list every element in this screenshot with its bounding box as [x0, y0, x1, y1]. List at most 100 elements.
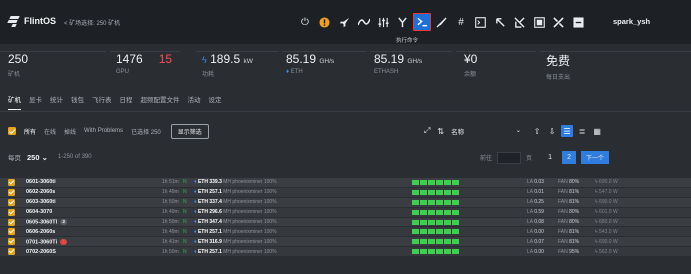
waveform-icon[interactable]	[355, 13, 373, 31]
flint-logo-icon	[7, 15, 20, 27]
rocket-icon[interactable]	[335, 13, 353, 31]
alert-circle-icon[interactable]	[316, 13, 334, 31]
row-checkbox[interactable]	[8, 248, 15, 256]
stat-ethash[interactable]: 85.19 GH/s ETHASH	[370, 51, 452, 85]
tab-wallets[interactable]: 钱包	[71, 94, 84, 110]
stat-plan[interactable]: 免费 每日支出	[540, 51, 691, 85]
filter-online[interactable]: 在线	[44, 127, 56, 136]
miner-name[interactable]: 0602-2060s	[26, 189, 55, 195]
terminal-square-icon[interactable]	[472, 13, 490, 31]
per-page-value: 250	[27, 152, 40, 162]
show-filter-button[interactable]: 显示筛选	[170, 123, 209, 139]
fan-speed: FAN 80%	[558, 209, 580, 216]
tab-settings[interactable]: 设定	[209, 94, 222, 110]
hashrate: ♦ ETH 257.1 MH phoenixminer 100%	[194, 248, 277, 255]
row-checkbox[interactable]	[8, 198, 15, 206]
tab-schedule[interactable]: 日程	[120, 94, 133, 110]
filter-offline[interactable]: 掉线	[64, 127, 76, 136]
miner-name[interactable]: 0606-2060s	[26, 229, 55, 235]
miner-row[interactable]: 0601-3060ti 1h 51m N ♦ ETH 339.3 MH phoenix…	[0, 178, 691, 188]
miner-row[interactable]: 0701-3060Ti 1 1h 41m N ♦ ETH 316.9 MH phoeni…	[0, 237, 691, 248]
filter-all[interactable]: 所有	[24, 127, 36, 136]
network-status: N	[183, 219, 187, 225]
tab-flight-sheets[interactable]: 飞行表	[92, 94, 112, 110]
stat-miners[interactable]: 250 矿机	[0, 51, 106, 85]
filter-problems[interactable]: With Problems	[84, 128, 123, 134]
row-checkbox[interactable]	[8, 208, 15, 216]
miner-row[interactable]: 0702-2060S 1h 50m N ♦ ETH 257.1 MH phoenixm…	[0, 247, 691, 258]
tab-stats[interactable]: 统计	[50, 94, 63, 110]
brush-icon[interactable]	[433, 13, 451, 31]
miner-row[interactable]: 0606-2060s 1h 49m N ♦ ETH 257.1 MH phoenixm…	[0, 227, 691, 238]
network-status: N	[183, 199, 187, 206]
row-checkbox[interactable]	[8, 238, 15, 246]
select-all-checkbox[interactable]	[8, 127, 16, 135]
hash-icon[interactable]: #	[452, 13, 470, 31]
compact-list-icon[interactable]: ≣	[576, 125, 588, 137]
sort-select-value: 名称	[451, 129, 465, 136]
page-2-button[interactable]: 2	[562, 151, 577, 164]
expand-icon[interactable]: ⤢	[424, 126, 430, 136]
power-draw: ϟ 690.0 W	[595, 199, 618, 206]
uptime: 1h 50m	[162, 199, 179, 206]
wrench-icon[interactable]	[394, 13, 412, 31]
stat-power[interactable]: ϟ 189.5 kW 功耗	[196, 51, 278, 85]
miner-row[interactable]: 0604-3070 1h 49m N ♦ ETH 296.6 MH phoenixmi…	[0, 207, 691, 218]
tools-icon[interactable]	[550, 13, 568, 31]
miner-row[interactable]: 0605-3060TI 2 1h 50m N ♦ ETH 347.4 MH phoeni…	[0, 217, 691, 228]
uptime: 1h 49m	[162, 209, 179, 216]
user-name[interactable]: spark_ysh	[613, 17, 650, 26]
wrench-cross-icon[interactable]	[511, 13, 529, 31]
sort-direction-icon[interactable]: ⇅	[437, 127, 444, 136]
gpu-status-bars	[412, 229, 459, 235]
row-checkbox[interactable]	[8, 179, 15, 186]
power-icon[interactable]: ⏻	[296, 13, 314, 31]
tab-activity[interactable]: 活动	[188, 94, 201, 110]
miner-row[interactable]: 0602-2060s 1h 49m N ♦ ETH 257.1 MH phoenixm…	[0, 187, 691, 198]
eth-icon: ♦	[194, 179, 197, 186]
screen-icon[interactable]	[530, 13, 548, 31]
tab-gpus[interactable]: 显卡	[29, 94, 42, 110]
miner-row[interactable]: 0603-3060ti 1h 50m N ♦ ETH 337.4 MH phoenix…	[0, 197, 691, 208]
miner-name[interactable]: 0702-2060S	[26, 249, 56, 255]
tab-oc-profiles[interactable]: 超频配置文件	[141, 94, 180, 110]
miner-name[interactable]: 0601-3060ti	[26, 179, 56, 185]
miner-name[interactable]: 0604-3070	[26, 209, 52, 215]
minus-square-icon[interactable]	[569, 13, 587, 31]
fan-speed: FAN 81%	[558, 199, 580, 206]
upload-icon[interactable]: ⇧	[531, 125, 543, 137]
fan-speed: FAN 80%	[558, 219, 580, 225]
load-average: LA 0.25	[527, 199, 544, 206]
farm-back-link[interactable]: < 矿场选择: 250 矿机	[64, 18, 120, 27]
network-status: N	[183, 248, 187, 255]
page-1-button[interactable]: 1	[543, 151, 557, 164]
brand-logo[interactable]: FlintOS	[7, 15, 56, 27]
terminal-icon[interactable]	[413, 13, 431, 31]
grid-view-icon[interactable]: ▦	[591, 125, 603, 137]
miner-name[interactable]: 0603-3060ti	[26, 199, 56, 205]
row-checkbox[interactable]	[8, 228, 15, 236]
arrow-up-left-icon[interactable]	[491, 13, 509, 31]
download-icon[interactable]: ⇩	[546, 125, 558, 137]
list-view-icon[interactable]: ☰	[561, 125, 574, 137]
miner-name[interactable]: 0605-3060TI 2	[26, 218, 68, 225]
row-checkbox[interactable]	[8, 188, 15, 196]
stat-gpu[interactable]: 1476 15 GPU	[110, 51, 180, 85]
next-page-button[interactable]: 下一个	[581, 151, 610, 164]
row-checkbox[interactable]	[8, 218, 15, 226]
per-page-select[interactable]: 250 ⌄	[27, 153, 48, 162]
sort-select[interactable]: 名称 ⌄	[451, 126, 521, 136]
load-average: LA 0.00	[527, 228, 544, 235]
goto-page-input[interactable]	[497, 151, 522, 164]
load-average: LA 0.59	[527, 209, 544, 216]
page-suffix: 页	[526, 156, 533, 162]
network-status: N	[183, 238, 187, 245]
stat-hashrate[interactable]: 85.19 GH/s ♦ ETH	[282, 51, 366, 85]
stat-balance[interactable]: ¥0 余额	[456, 51, 536, 85]
miner-name[interactable]: 0701-3060Ti 1	[26, 238, 68, 245]
load-average: LA 0.01	[527, 189, 544, 196]
tooltip: 执行命令	[396, 38, 419, 44]
stats-bar: 250 矿机 1476 15 GPU ϟ 189.5 kW 功耗 85.19 GH…	[0, 44, 691, 88]
sliders-icon[interactable]	[374, 13, 392, 31]
tab-miners[interactable]: 矿机	[8, 94, 21, 110]
